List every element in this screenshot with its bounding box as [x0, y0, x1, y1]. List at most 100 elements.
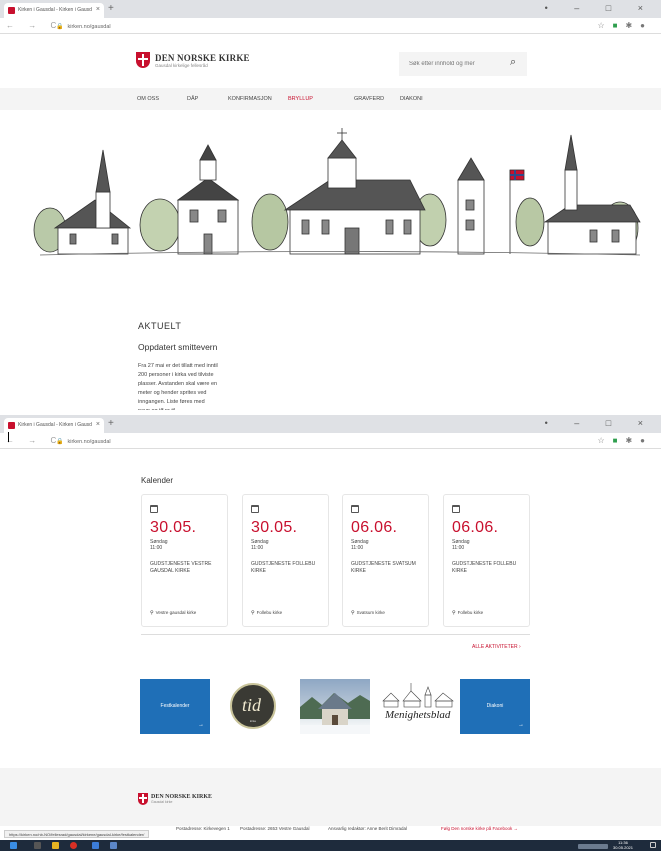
- nav-om-oss[interactable]: OM OSS: [137, 96, 159, 102]
- event-place-label: Vestre gausdal kirke: [155, 610, 197, 615]
- logo-sub: Gausdal kirkelige fellesråd: [155, 62, 208, 68]
- news-text: Fra 27 mai er det tillatt med inntil 200…: [138, 363, 218, 410]
- windows-start-icon[interactable]: [10, 842, 17, 849]
- search-icon[interactable]: ⌕: [510, 56, 516, 69]
- cross-icon: [136, 52, 150, 68]
- event-date: 30.05.: [251, 519, 298, 536]
- location-pin-icon: ⚲: [251, 610, 255, 616]
- divider: [141, 634, 530, 635]
- location-pin-icon: ⚲: [351, 610, 355, 616]
- browser-tab[interactable]: Kirken i Gausdal - Kirken i Gausd ×: [4, 3, 104, 18]
- extension-icons[interactable]: ☆■✱●: [597, 436, 653, 445]
- church-winter-photo[interactable]: [300, 679, 370, 734]
- footer-address: Postadresse: Kirkevegen 1: [176, 826, 230, 831]
- windows-taskbar: 11:36 30.05.2021: [0, 840, 661, 851]
- event-place: ⚲ Follebu kirke: [251, 610, 282, 616]
- diakoni-tile[interactable]: Diakoni →: [460, 679, 530, 734]
- close-tab-icon[interactable]: ×: [96, 6, 100, 13]
- tid-logo: tid kirke: [230, 683, 276, 729]
- nav-gravferd[interactable]: GRAVFERD: [354, 96, 384, 102]
- arrow-right-icon: →: [518, 722, 524, 728]
- browser-window-top: Kirken i Gausdal - Kirken i Gausd × + • …: [0, 0, 661, 410]
- tab-title: Kirken i Gausdal - Kirken i Gausd: [18, 422, 92, 428]
- app-icon[interactable]: [110, 842, 117, 849]
- tid-magazine-tile[interactable]: tid kirke: [222, 679, 284, 734]
- clock: 11:36 30.05.2021: [613, 840, 633, 850]
- festkalender-tile[interactable]: Festkalender →: [140, 679, 210, 734]
- address-bar: ← → C 🔒 kirken.no/gausdal ☆■✱●: [0, 18, 661, 34]
- chrome-icon[interactable]: [70, 842, 77, 849]
- event-time: 11:00: [251, 545, 264, 551]
- lock-icon: 🔒: [56, 439, 64, 445]
- event-place: ⚲ Vestre gausdal kirke: [150, 610, 196, 616]
- search-input[interactable]: [399, 52, 527, 76]
- notifications-icon[interactable]: [650, 842, 656, 848]
- app-icon[interactable]: [92, 842, 99, 849]
- new-tab-button[interactable]: +: [108, 418, 114, 429]
- event-place: ⚲ Svatsum kirke: [351, 610, 385, 616]
- church-sketch-image: [382, 683, 454, 708]
- event-time: 11:00: [452, 545, 465, 551]
- site-logo[interactable]: DEN NORSKE KIRKE Gausdal kirkelige felle…: [136, 52, 250, 68]
- event-place-label: Svatsum kirke: [356, 610, 385, 615]
- footer-logo[interactable]: DEN NORSKE KIRKE Gausdal kirke: [138, 793, 212, 805]
- all-activities-link[interactable]: ALLE AKTIVITETER ›: [472, 644, 521, 650]
- calendar-icon: [351, 505, 359, 513]
- menighetsblad-tile[interactable]: Menighetsblad: [377, 679, 457, 734]
- church-photo-image: [300, 693, 370, 734]
- event-date: 30.05.: [150, 519, 197, 536]
- facebook-link[interactable]: Følg Den norske kirke på Facebook →: [441, 826, 518, 831]
- news-title[interactable]: Oppdatert smittevern: [138, 342, 217, 352]
- cross-icon: [138, 793, 148, 805]
- location-pin-icon: ⚲: [452, 610, 456, 616]
- system-tray-icons[interactable]: [578, 844, 608, 849]
- menighetsblad-label: Menighetsblad: [385, 709, 451, 721]
- event-title: GUDSTJENESTE VESTRE GAUSDAL KIRKE: [150, 561, 212, 574]
- event-card[interactable]: 06.06. Søndag 11:00 GUDSTJENESTE SVATSUM…: [342, 494, 429, 627]
- tab-bar: Kirken i Gausdal - Kirken i Gausd × + • …: [0, 0, 661, 18]
- search-taskbar-icon[interactable]: [34, 842, 41, 849]
- close-tab-icon[interactable]: ×: [96, 421, 100, 428]
- url-field[interactable]: 🔒 kirken.no/gausdal: [48, 21, 588, 32]
- favicon-icon: [8, 7, 15, 14]
- tid-sub: kirke: [249, 719, 257, 723]
- calendar-heading: Kalender: [141, 476, 174, 485]
- event-card[interactable]: 06.06. Søndag 11:00 GUDSTJENESTE FOLLEBU…: [443, 494, 530, 627]
- event-title: GUDSTJENESTE FOLLEBU KIRKE: [452, 561, 517, 574]
- event-place: ⚲ Follebu kirke: [452, 610, 483, 616]
- location-pin-icon: ⚲: [150, 610, 154, 616]
- nav-bryllup[interactable]: BRYLLUP: [288, 96, 313, 102]
- calendar-icon: [452, 505, 460, 513]
- window-controls[interactable]: • – □ ×: [545, 418, 655, 428]
- nav-konfirmasjon[interactable]: KONFIRMASJON: [228, 96, 272, 102]
- browser-tab[interactable]: Kirken i Gausdal - Kirken i Gausd ×: [4, 418, 104, 433]
- event-title: GUDSTJENESTE SVATSUM KIRKE: [351, 561, 416, 574]
- main-nav: OM OSS DÅP KONFIRMASJON BRYLLUP GRAVFERD…: [0, 88, 661, 110]
- section-heading-aktuelt: AKTUELT: [138, 321, 182, 331]
- site-footer: DEN NORSKE KIRKE Gausdal kirke: [0, 768, 661, 826]
- all-activities-label: ALLE AKTIVITETER: [472, 644, 518, 650]
- extension-icons[interactable]: ☆■✱●: [597, 21, 653, 30]
- tab-title: Kirken i Gausdal - Kirken i Gausd: [18, 7, 92, 13]
- footer-org: Ansvarlig redaktør: Anne Berit Dimradal: [328, 826, 408, 831]
- status-bar-url: https://kirken.no/nb-NO/fellesrad/gausda…: [4, 830, 150, 838]
- tid-title: tid: [242, 695, 262, 715]
- nav-dap[interactable]: DÅP: [187, 96, 198, 102]
- event-card[interactable]: 30.05. Søndag 11:00 GUDSTJENESTE FOLLEBU…: [242, 494, 329, 627]
- new-tab-button[interactable]: +: [108, 3, 114, 14]
- footer-logo-sub: Gausdal kirke: [151, 800, 173, 804]
- footer-postcode: Postadresse: 2653 Vestre Gausdal: [240, 826, 310, 831]
- event-time: 11:00: [150, 545, 163, 551]
- url-text: kirken.no/gausdal: [67, 24, 111, 30]
- event-date: 06.06.: [351, 519, 398, 536]
- event-place-label: Follebu kirke: [256, 610, 283, 615]
- calendar-icon: [150, 505, 158, 513]
- nav-diakoni[interactable]: DIAKONI: [400, 96, 423, 102]
- address-bar: ← → C 🔒 kirken.no/gausdal ☆■✱●: [0, 433, 661, 449]
- url-field[interactable]: 🔒 kirken.no/gausdal: [48, 436, 588, 447]
- text-cursor: [8, 432, 9, 442]
- churches-illustration: [33, 128, 641, 256]
- file-explorer-icon[interactable]: [52, 842, 59, 849]
- window-controls[interactable]: • – □ ×: [545, 3, 655, 13]
- event-card[interactable]: 30.05. Søndag 11:00 GUDSTJENESTE VESTRE …: [141, 494, 228, 627]
